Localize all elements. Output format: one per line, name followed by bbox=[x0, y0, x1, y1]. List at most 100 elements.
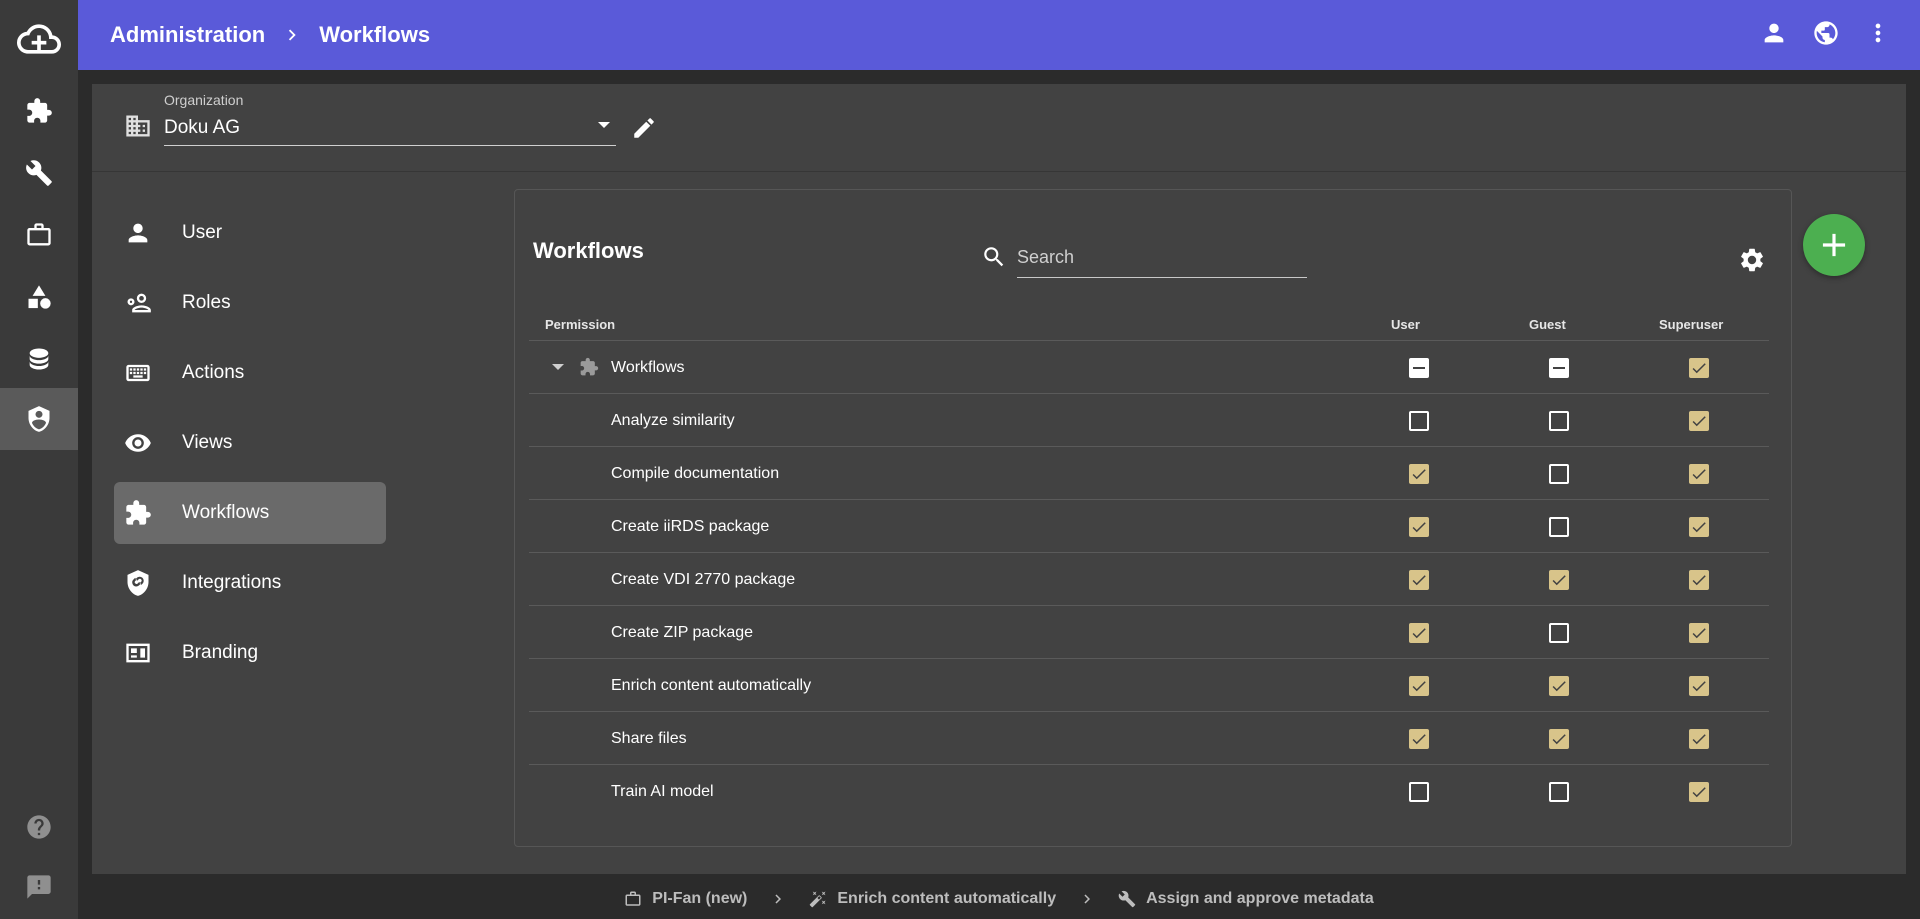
rail-shapes-button[interactable] bbox=[0, 266, 78, 328]
user-permission-checkbox[interactable] bbox=[1409, 623, 1429, 643]
user-permission-checkbox[interactable] bbox=[1409, 570, 1429, 590]
table-row: Create iiRDS package bbox=[529, 500, 1769, 553]
nav-item-roles[interactable]: Roles bbox=[114, 272, 386, 334]
rail-workflows-button[interactable] bbox=[0, 80, 78, 142]
table-row: Train AI model bbox=[529, 765, 1769, 818]
table-row: Create VDI 2770 package bbox=[529, 553, 1769, 606]
user-permission-checkbox[interactable] bbox=[1409, 411, 1429, 431]
nav-item-label: Integrations bbox=[182, 572, 282, 593]
permission-name: Create iiRDS package bbox=[611, 517, 770, 535]
guest-permission-checkbox[interactable] bbox=[1549, 517, 1569, 537]
rail-projects-button[interactable] bbox=[0, 204, 78, 266]
superuser-permission-checkbox[interactable] bbox=[1689, 729, 1709, 749]
nav-item-workflows[interactable]: Workflows bbox=[114, 482, 386, 544]
context-breadcrumb: PI-Fan (new) Enrich content automaticall… bbox=[78, 879, 1920, 919]
guest-permission-checkbox[interactable] bbox=[1549, 676, 1569, 696]
add-workflow-button[interactable] bbox=[1803, 214, 1865, 276]
puzzle-icon bbox=[27, 98, 52, 123]
user-permission-checkbox[interactable] bbox=[1409, 464, 1429, 484]
user-permission-checkbox[interactable] bbox=[1409, 358, 1429, 378]
language-button[interactable] bbox=[1812, 19, 1840, 52]
rail-feedback-button[interactable] bbox=[0, 856, 78, 918]
table-row: Create ZIP package bbox=[529, 606, 1769, 659]
breadcrumb-administration[interactable]: Administration bbox=[110, 22, 265, 48]
person-icon bbox=[124, 219, 152, 247]
nav-item-branding[interactable]: Branding bbox=[114, 622, 386, 684]
superuser-permission-checkbox[interactable] bbox=[1689, 570, 1709, 590]
context-task-label: Assign and approve metadata bbox=[1146, 890, 1374, 907]
context-workflow[interactable]: Enrich content automatically bbox=[809, 890, 1056, 908]
nav-item-label: Branding bbox=[182, 642, 259, 663]
nav-item-actions[interactable]: Actions bbox=[114, 342, 386, 404]
settings-button[interactable] bbox=[1737, 245, 1767, 275]
permission-name: Share files bbox=[611, 729, 687, 747]
expand-icon[interactable] bbox=[551, 360, 565, 374]
user-permission-checkbox[interactable] bbox=[1409, 517, 1429, 537]
admin-nav: User Roles Actions Views Workflows Integ… bbox=[114, 202, 386, 692]
guest-permission-checkbox[interactable] bbox=[1549, 623, 1569, 643]
puzzle-icon bbox=[579, 357, 599, 382]
permission-name: Workflows bbox=[611, 358, 685, 376]
nav-item-user[interactable]: User bbox=[114, 202, 386, 264]
rail-tools-button[interactable] bbox=[0, 142, 78, 204]
more-menu-button[interactable] bbox=[1864, 19, 1892, 52]
column-user: User bbox=[1391, 317, 1420, 332]
app-logo[interactable] bbox=[0, 0, 78, 78]
user-permission-checkbox[interactable] bbox=[1409, 782, 1429, 802]
superuser-permission-checkbox[interactable] bbox=[1689, 358, 1709, 378]
search-icon bbox=[981, 244, 1007, 275]
roles-icon bbox=[124, 289, 152, 317]
nav-item-label: User bbox=[182, 222, 223, 243]
puzzle-icon bbox=[124, 499, 152, 527]
permission-name: Enrich content automatically bbox=[611, 676, 812, 694]
superuser-permission-checkbox[interactable] bbox=[1689, 464, 1709, 484]
organization-bar: Organization Doku AG bbox=[92, 84, 1906, 172]
chevron-right-icon bbox=[281, 24, 303, 46]
globe-icon bbox=[1814, 20, 1838, 45]
guest-permission-checkbox[interactable] bbox=[1549, 358, 1569, 378]
wrench-icon bbox=[26, 160, 52, 186]
rail-administration-button[interactable] bbox=[0, 388, 78, 450]
main-content: Organization Doku AG User Roles Actions … bbox=[92, 84, 1906, 874]
context-workflow-label: Enrich content automatically bbox=[837, 890, 1057, 907]
organization-label: Organization bbox=[164, 92, 244, 108]
account-button[interactable] bbox=[1760, 19, 1788, 52]
help-icon bbox=[27, 815, 51, 839]
superuser-permission-checkbox[interactable] bbox=[1689, 623, 1709, 643]
table-row: Analyze similarity bbox=[529, 394, 1769, 447]
context-task[interactable]: Assign and approve metadata bbox=[1118, 890, 1374, 908]
feedback-icon bbox=[27, 875, 51, 899]
nav-item-label: Roles bbox=[182, 292, 231, 313]
guest-permission-checkbox[interactable] bbox=[1549, 729, 1569, 749]
superuser-permission-checkbox[interactable] bbox=[1689, 411, 1709, 431]
column-guest: Guest bbox=[1529, 317, 1566, 332]
superuser-permission-checkbox[interactable] bbox=[1689, 782, 1709, 802]
permission-name: Create VDI 2770 package bbox=[611, 570, 796, 588]
guest-permission-checkbox[interactable] bbox=[1549, 464, 1569, 484]
eye-icon bbox=[124, 429, 152, 457]
guest-permission-checkbox[interactable] bbox=[1549, 411, 1569, 431]
table-row-group: Workflows bbox=[529, 341, 1769, 394]
app-header: Administration Workflows bbox=[78, 0, 1920, 70]
table-header: Permission User Guest Superuser bbox=[529, 307, 1769, 341]
gear-icon bbox=[1741, 248, 1763, 272]
guest-permission-checkbox[interactable] bbox=[1549, 782, 1569, 802]
user-permission-checkbox[interactable] bbox=[1409, 729, 1429, 749]
shapes-icon bbox=[28, 285, 51, 309]
organization-select[interactable]: Doku AG bbox=[164, 110, 616, 146]
superuser-permission-checkbox[interactable] bbox=[1689, 676, 1709, 696]
building-icon bbox=[124, 112, 152, 145]
context-project[interactable]: PI-Fan (new) bbox=[624, 890, 747, 908]
search-input[interactable] bbox=[1017, 238, 1307, 278]
edit-organization-button[interactable] bbox=[626, 110, 662, 146]
guest-permission-checkbox[interactable] bbox=[1549, 570, 1569, 590]
search-box bbox=[981, 238, 1307, 278]
user-permission-checkbox[interactable] bbox=[1409, 676, 1429, 696]
nav-item-views[interactable]: Views bbox=[114, 412, 386, 474]
rail-database-button[interactable] bbox=[0, 328, 78, 390]
pencil-icon bbox=[634, 118, 654, 138]
rail-help-button[interactable] bbox=[0, 796, 78, 858]
superuser-permission-checkbox[interactable] bbox=[1689, 517, 1709, 537]
permission-name: Create ZIP package bbox=[611, 623, 754, 641]
nav-item-integrations[interactable]: Integrations bbox=[114, 552, 386, 614]
